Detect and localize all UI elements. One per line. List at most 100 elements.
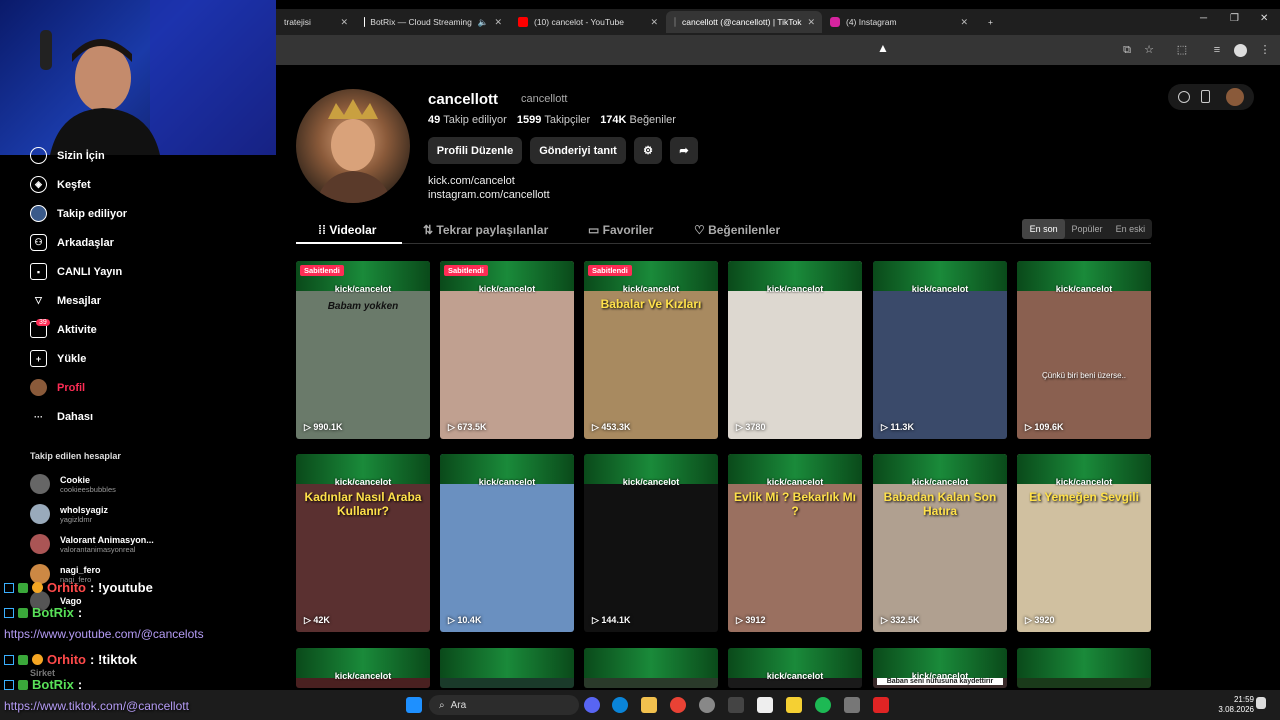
sort-toggle: En son Popüler En eski xyxy=(1022,219,1152,239)
platform-icon xyxy=(4,679,14,690)
tab-liked[interactable]: ♡ Beğenilenler xyxy=(694,223,780,237)
avatar[interactable] xyxy=(1226,88,1244,106)
new-tab-button[interactable]: + xyxy=(980,11,1001,33)
sidebar-item-friends[interactable]: ⚇ Arkadaşlar xyxy=(30,234,114,251)
video-card[interactable]: kick/cancelot ▷ 11.3K xyxy=(873,261,1007,439)
app-icon[interactable] xyxy=(699,697,715,713)
video-card[interactable]: kick/cancelot Babadan Kalan Son Hatıra ▷ 3… xyxy=(873,454,1007,632)
windows-start-icon[interactable] xyxy=(406,697,422,713)
video-card[interactable]: kick/cancelot Baban seni nüfusuna kaydett… xyxy=(873,648,1007,688)
obs-icon[interactable] xyxy=(728,697,744,713)
edit-profile-button[interactable]: Profili Düzenle xyxy=(428,137,522,164)
sidebar-item-profile[interactable]: Profil xyxy=(30,379,85,396)
taskbar-search[interactable]: ⌕ Ara xyxy=(429,695,579,715)
tab-reposts[interactable]: ⇅ Tekrar paylaşılanlar xyxy=(423,223,548,237)
video-card[interactable] xyxy=(1017,648,1151,688)
taskbar-clock[interactable]: 21:59 3.08.2026 xyxy=(1218,695,1254,715)
close-tab-icon[interactable]: ✕ xyxy=(808,17,816,28)
video-card[interactable]: kick/cancelot ▷ 10.4K xyxy=(440,454,574,632)
tab-videos[interactable]: ⁞⁞ Videolar xyxy=(318,223,376,237)
discord-icon[interactable] xyxy=(584,697,600,713)
tab-favorites[interactable]: ▭ Favoriler xyxy=(588,223,653,237)
sort-popular[interactable]: Popüler xyxy=(1065,219,1108,239)
tab-botrix[interactable]: BotRix — Cloud Streaming 🔈 ✕ xyxy=(356,11,510,33)
compass-icon: ◈ xyxy=(30,176,47,193)
share-button[interactable]: ➦ xyxy=(670,137,698,164)
settings-icon[interactable] xyxy=(844,697,860,713)
following-account[interactable]: Cookie cookieesbubbles xyxy=(30,474,116,494)
following-account[interactable]: Valorant Animasyon... valorantanimasyonre… xyxy=(30,534,154,554)
webcam-overlay xyxy=(0,0,276,155)
close-tab-icon[interactable]: ✕ xyxy=(340,17,348,28)
chrome-icon[interactable] xyxy=(670,697,686,713)
tab-youtube[interactable]: (10) cancelot - YouTube ✕ xyxy=(510,11,666,33)
sidebar-item-live[interactable]: ▪ CANLI Yayın xyxy=(30,263,122,280)
tab-tiktok[interactable]: cancellott (@cancellott) | TikTok ✕ xyxy=(666,11,822,33)
more-icon: ··· xyxy=(34,411,43,422)
likes-stat: 174K Beğeniler xyxy=(600,114,676,126)
video-card[interactable] xyxy=(440,648,574,688)
following-stat[interactable]: 49 Takip ediliyor xyxy=(428,114,507,126)
profile-link-kick[interactable]: kick.com/cancelot xyxy=(428,175,515,187)
notes-icon[interactable] xyxy=(786,697,802,713)
badge-icon xyxy=(18,582,28,593)
video-card[interactable] xyxy=(584,648,718,688)
chat-link[interactable]: https://www.tiktok.com/@cancellott xyxy=(4,699,189,713)
video-card[interactable]: kick/cancelot Et Yemeğen Sevgili ▷ 3920 xyxy=(1017,454,1151,632)
translate-icon[interactable]: ⧉ xyxy=(1121,44,1133,56)
video-card[interactable]: kick/cancelot Sabitlendi ▷ 673.5K xyxy=(440,261,574,439)
tab-strategy[interactable]: tratejisi ✕ xyxy=(276,11,356,33)
home-icon xyxy=(30,147,47,164)
likes-count: 174K xyxy=(600,114,627,126)
spotify-icon[interactable] xyxy=(815,697,831,713)
tab-instagram[interactable]: (4) Instagram ✕ xyxy=(822,11,976,33)
followers-stat[interactable]: 1599 Takipçiler xyxy=(517,114,590,126)
video-card[interactable]: kick/cancelot Sabitlendi Babam yokken ▷ 990… xyxy=(296,261,430,439)
profile-link-instagram[interactable]: instagram.com/cancellott xyxy=(428,189,550,201)
media-icon[interactable]: ≡ xyxy=(1211,44,1223,56)
close-tab-icon[interactable]: ✕ xyxy=(650,17,658,28)
video-card[interactable]: kick/cancelot ▷ 3780 xyxy=(728,261,862,439)
tab-label: BotRix — Cloud Streaming xyxy=(370,17,472,27)
close-tab-icon[interactable]: ✕ xyxy=(494,17,502,28)
sort-latest[interactable]: En son xyxy=(1022,219,1066,239)
profile-icon[interactable] xyxy=(1234,44,1247,57)
video-card[interactable]: kick/cancelot xyxy=(728,648,862,688)
sidebar-item-messages[interactable]: ▽ Mesajlar xyxy=(30,292,101,309)
speaker-icon[interactable]: 🔈 xyxy=(478,17,489,28)
video-card[interactable]: kick/cancelot Kadınlar Nasıl Araba Kullan… xyxy=(296,454,430,632)
close-window-icon[interactable]: ✕ xyxy=(1260,13,1268,24)
file-icon[interactable] xyxy=(757,697,773,713)
coins-icon[interactable] xyxy=(1178,91,1190,103)
app-red-icon[interactable] xyxy=(873,697,889,713)
video-card[interactable]: kick/cancelot Çünkü biri beni üzerse.. ▷ 1… xyxy=(1017,261,1151,439)
following-account[interactable]: wholsyagiz yagizldmr xyxy=(30,504,108,524)
sidebar-item-upload[interactable]: + Yükle xyxy=(30,350,86,367)
promote-post-button[interactable]: Gönderiyi tanıt xyxy=(530,137,626,164)
video-card[interactable]: kick/cancelot xyxy=(296,648,430,688)
edge-icon[interactable] xyxy=(612,697,628,713)
minimize-icon[interactable]: ─ xyxy=(1200,13,1207,24)
sidebar-item-for-you[interactable]: Sizin İçin xyxy=(30,147,105,164)
sidebar-item-following[interactable]: Takip ediliyor xyxy=(30,205,127,222)
folder-icon[interactable] xyxy=(641,697,657,713)
profile-avatar[interactable] xyxy=(296,89,410,203)
star-icon[interactable]: ☆ xyxy=(1143,44,1155,56)
menu-icon[interactable]: ⋮ xyxy=(1259,44,1271,56)
sidebar-item-explore[interactable]: ◈ Keşfet xyxy=(30,176,91,193)
settings-button[interactable]: ⚙ xyxy=(634,137,662,164)
video-card[interactable]: kick/cancelot Evlik Mi ? Bekarlık Mı ? ▷ 3… xyxy=(728,454,862,632)
sidebar-item-label: Keşfet xyxy=(57,178,91,191)
chat-link[interactable]: https://www.youtube.com/@cancelots xyxy=(4,627,204,641)
video-card[interactable]: kick/cancelot ▷ 144.1K xyxy=(584,454,718,632)
chat-username: BotRix xyxy=(32,605,74,620)
friends-icon: ⚇ xyxy=(30,234,47,251)
sort-oldest[interactable]: En eski xyxy=(1109,219,1152,239)
notification-icon[interactable] xyxy=(1256,697,1266,709)
device-icon[interactable] xyxy=(1201,90,1210,103)
close-tab-icon[interactable]: ✕ xyxy=(960,17,968,28)
video-card[interactable]: kick/cancelot Sabitlendi Babalar Ve Kızlar… xyxy=(584,261,718,439)
extensions-icon[interactable]: ⬚ xyxy=(1176,44,1188,56)
sidebar-item-more[interactable]: ··· Dahası xyxy=(30,408,93,425)
restore-icon[interactable]: ❐ xyxy=(1230,13,1239,24)
